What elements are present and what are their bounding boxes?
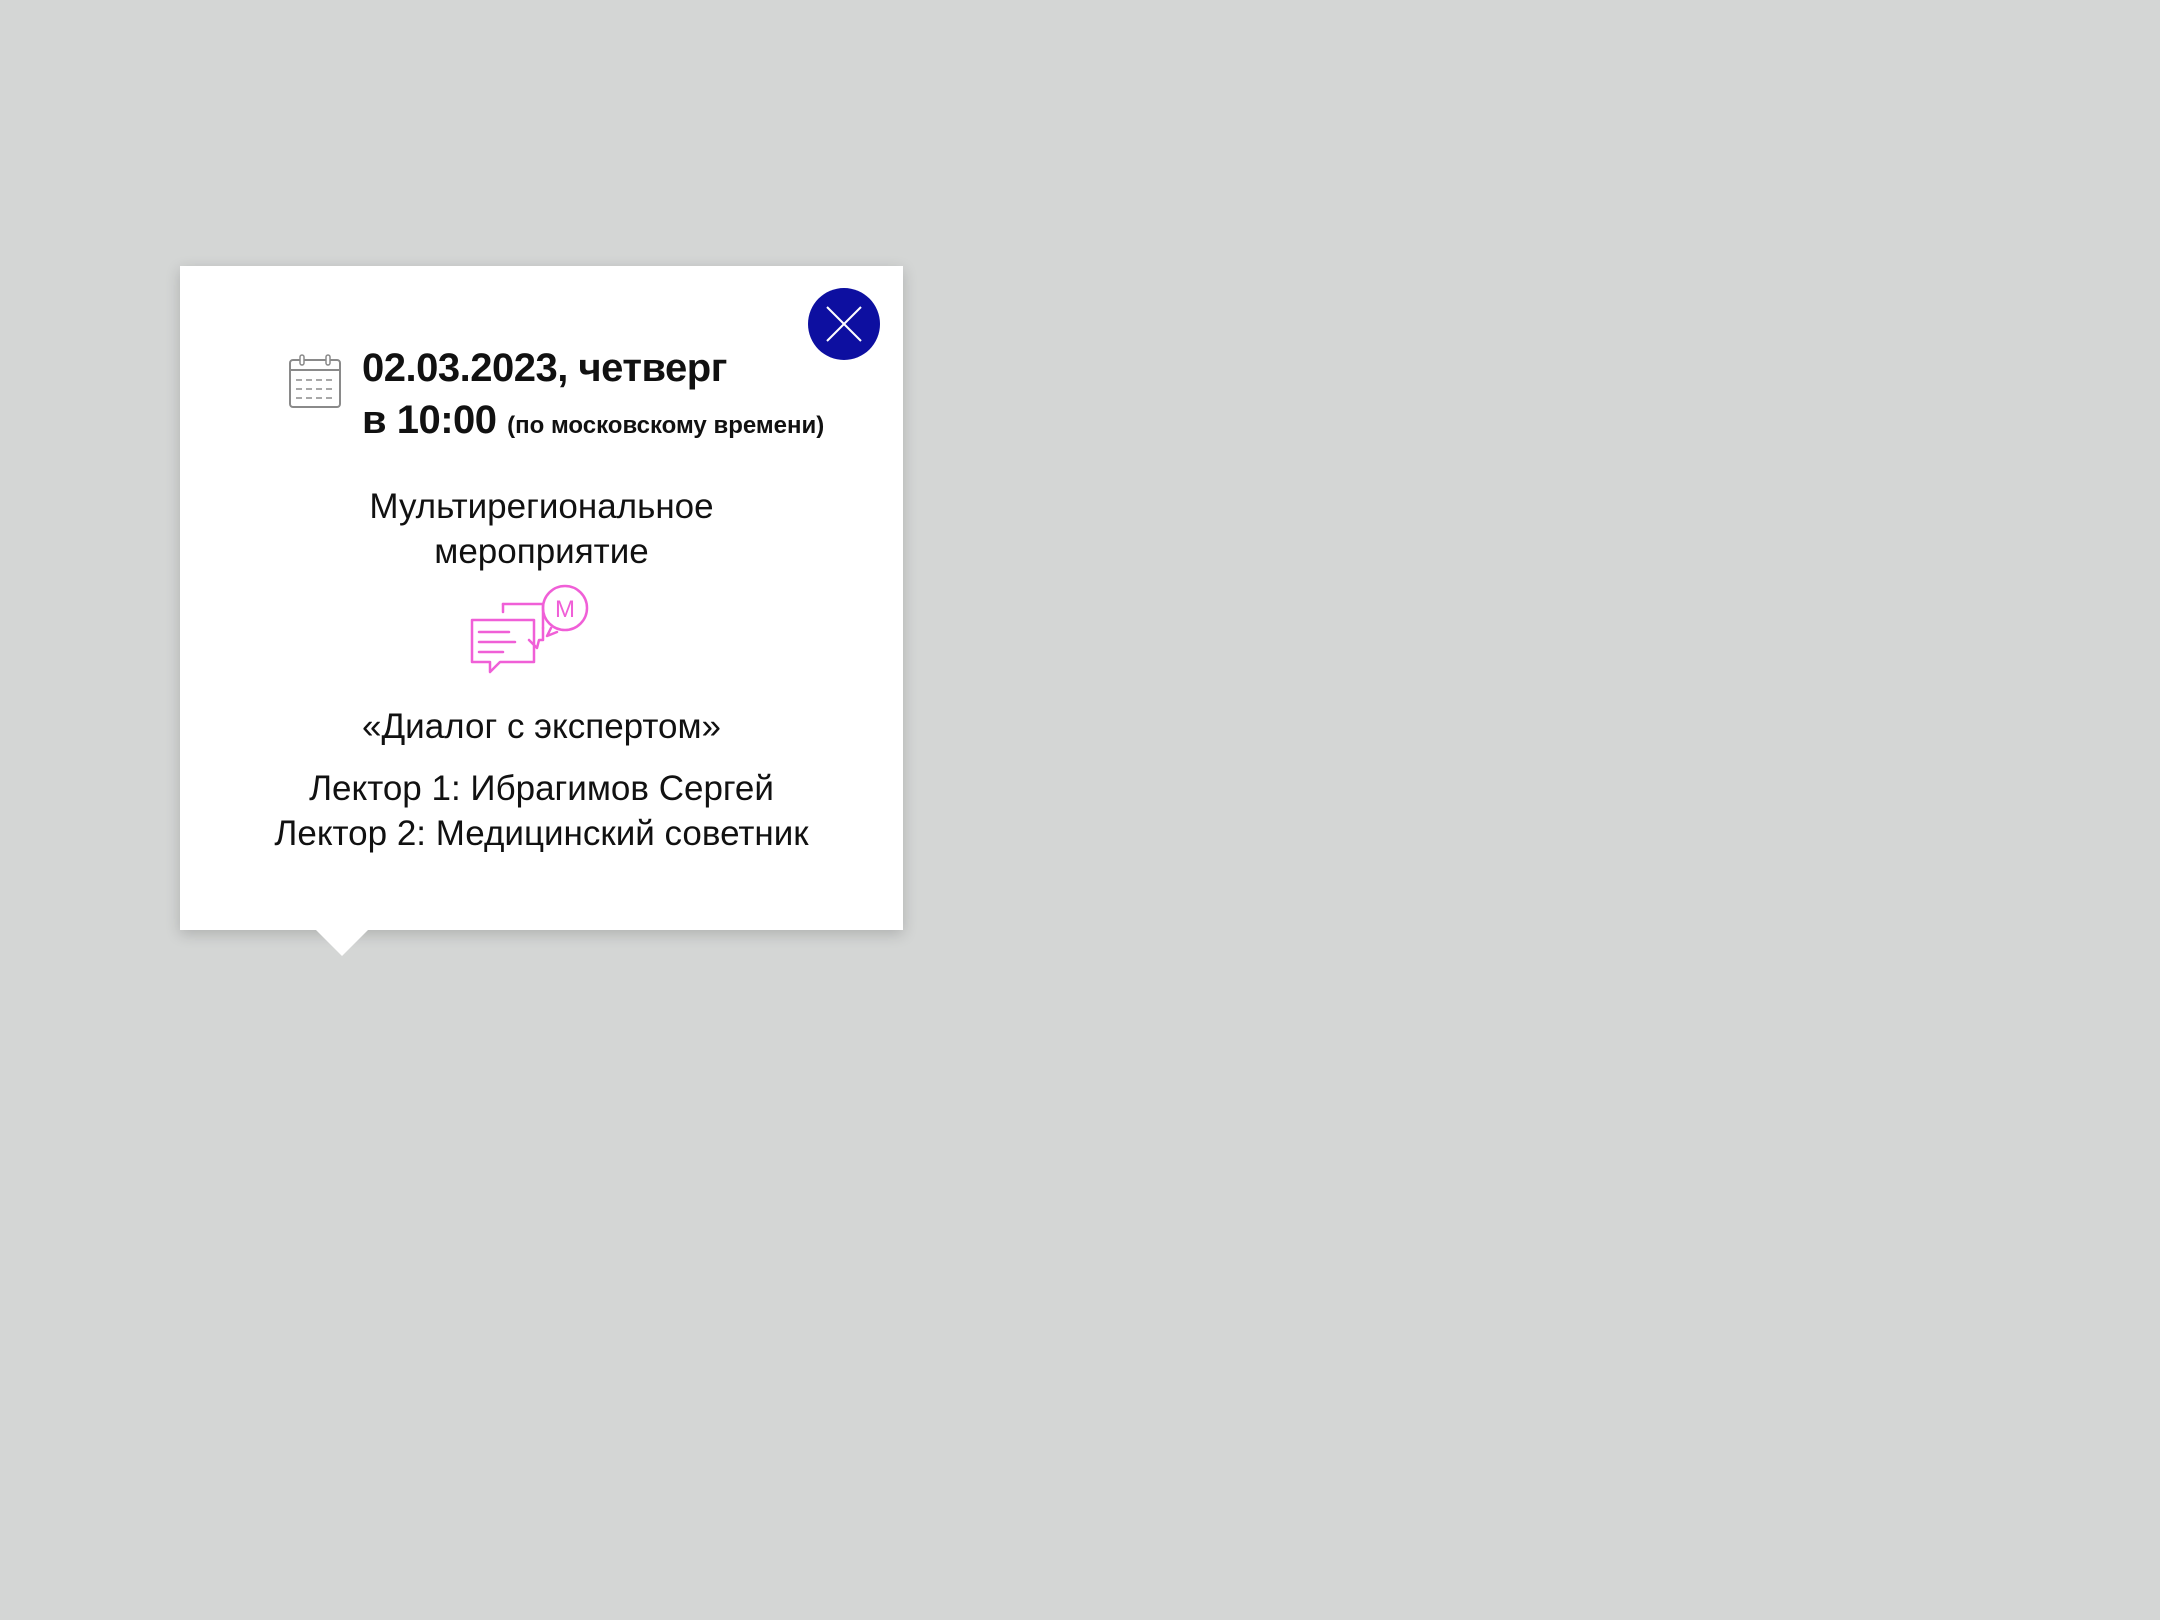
close-icon — [826, 306, 862, 342]
event-date: 02.03.2023, четверг — [362, 346, 727, 390]
calendar-icon — [289, 354, 341, 408]
close-button[interactable] — [808, 288, 880, 360]
dialog-icon-letter: М — [555, 596, 575, 623]
lecturers-list: Лектор 1: Ибрагимов Сергей Лектор 2: Мед… — [180, 766, 903, 856]
event-type-line-1: Мультирегиональное — [369, 487, 714, 526]
event-type-line-2: мероприятие — [434, 532, 649, 571]
event-time-value: в 10:00 — [362, 398, 497, 442]
popup-pointer — [316, 930, 368, 956]
event-title: «Диалог с экспертом» — [362, 707, 721, 746]
dialog-expert-icon: М — [470, 584, 589, 674]
lecturer-2: Лектор 2: Медицинский советник — [274, 814, 809, 853]
lecturer-1: Лектор 1: Ибрагимов Сергей — [309, 769, 774, 808]
event-popup: 02.03.2023, четверг в 10:00 (по московск… — [180, 266, 903, 930]
event-type: Мультирегиональное мероприятие — [180, 484, 903, 574]
timezone-note: (по московскому времени) — [507, 412, 825, 439]
event-time: в 10:00 (по московскому времени) — [362, 398, 824, 443]
